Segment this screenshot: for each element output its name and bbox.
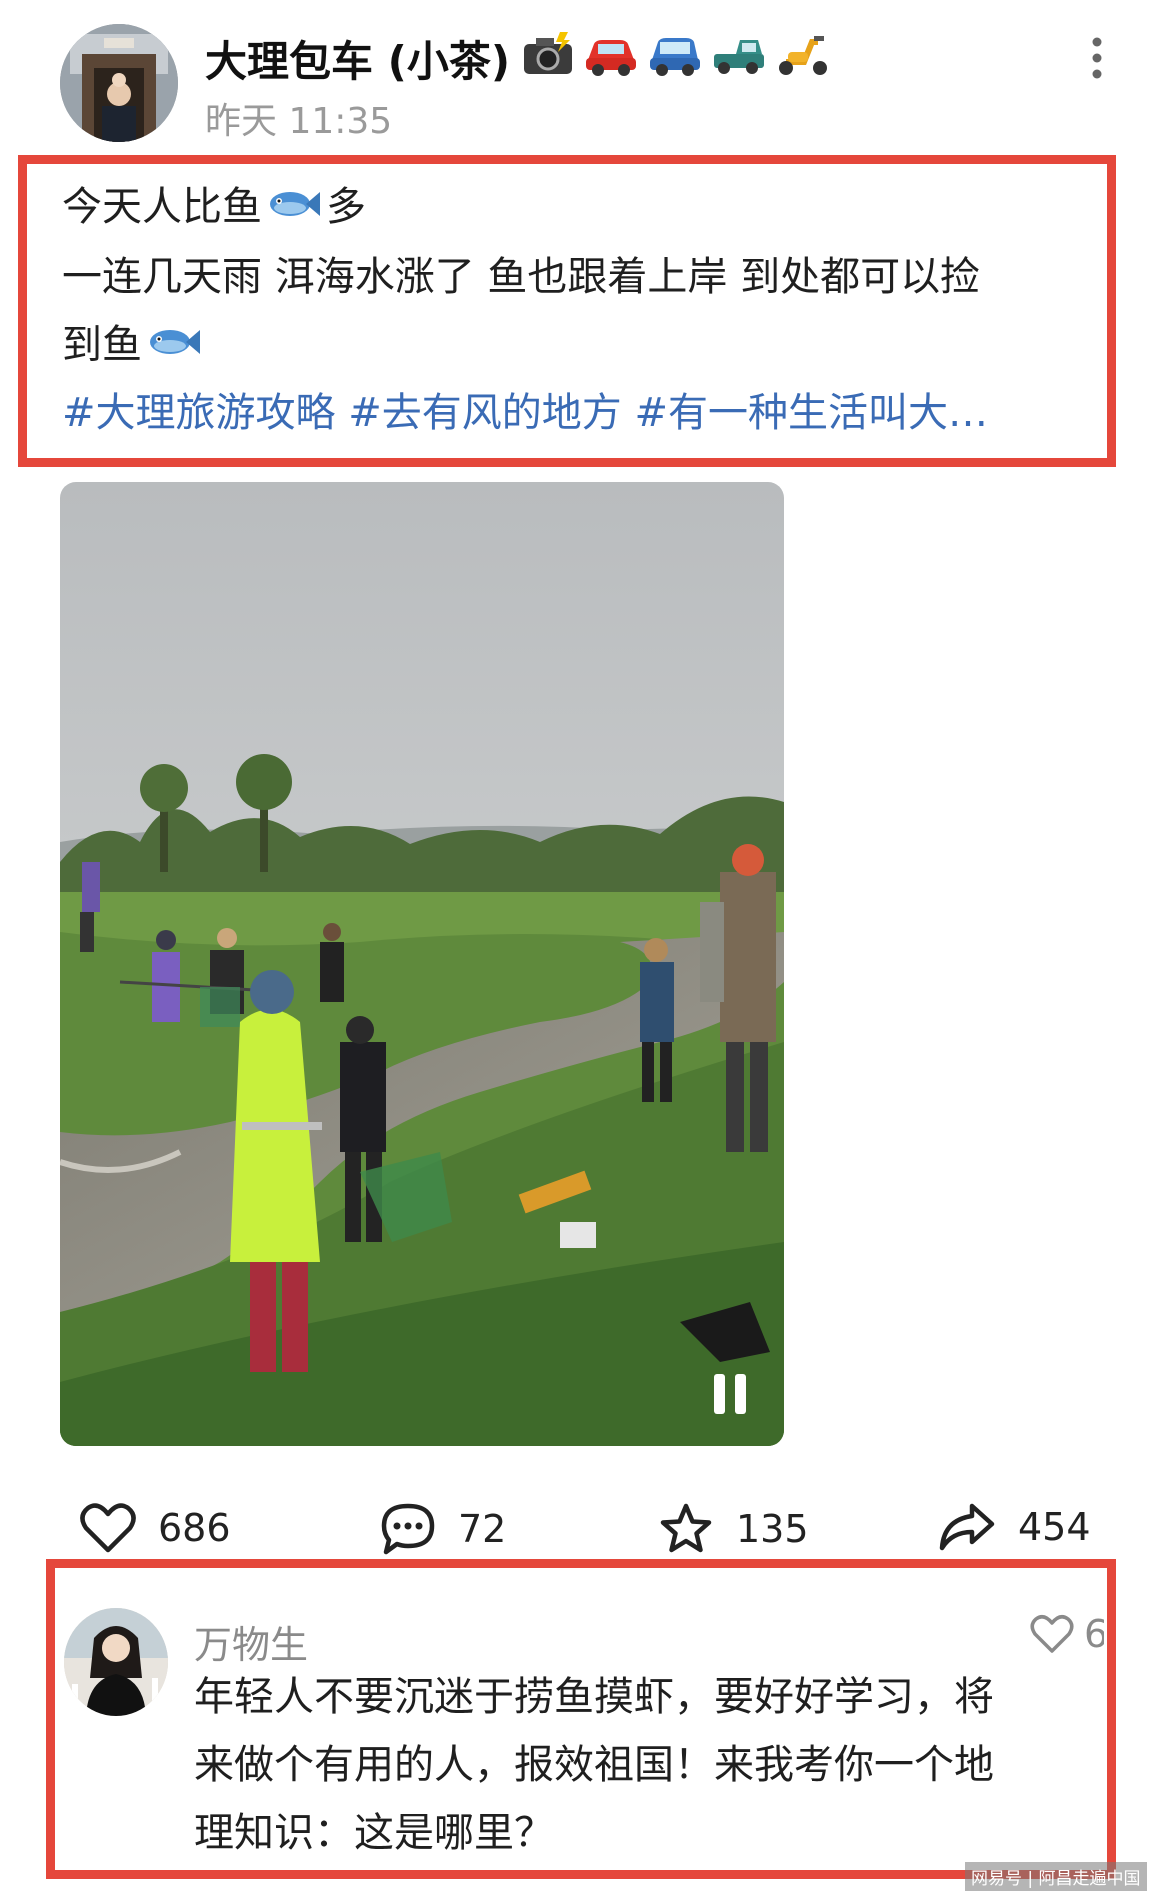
comment-text-line-3: 理知识：这是哪里？ xyxy=(194,1810,554,1856)
star-icon xyxy=(658,1502,714,1556)
like-count: 686 xyxy=(158,1506,231,1550)
favorite-action[interactable]: 135 xyxy=(658,1502,809,1556)
post-text-line-2: 一连几天雨 洱海水涨了 鱼也跟着上岸 到处都可以捡 xyxy=(62,254,981,300)
scooter-icon xyxy=(774,30,832,78)
comment-bubble-icon xyxy=(380,1502,436,1556)
post-text-line-1-tail: 多 xyxy=(326,184,366,230)
share-arrow-icon xyxy=(938,1502,996,1552)
comment-text-line-2: 来做个有用的人，报效祖国！来我考你一个地 xyxy=(194,1742,994,1788)
fish-icon xyxy=(268,185,320,233)
share-action[interactable]: 454 xyxy=(938,1502,1091,1552)
author-emoji-row xyxy=(520,30,832,78)
more-options-icon[interactable] xyxy=(1086,36,1108,80)
pause-icon[interactable] xyxy=(710,1372,750,1416)
author-name[interactable]: 大理包车 (小茶) xyxy=(205,28,510,89)
blue-car-icon xyxy=(646,30,704,78)
post-text-line-3: 到鱼 xyxy=(62,321,206,371)
post-video[interactable] xyxy=(60,482,784,1446)
comment-like-heart-icon[interactable] xyxy=(1030,1614,1074,1654)
favorite-count: 135 xyxy=(736,1507,809,1551)
post-hashtags[interactable]: #大理旅游攻略 #去有风的地方 #有一种生活叫大… xyxy=(62,389,1092,437)
author-avatar[interactable] xyxy=(60,24,178,142)
post-text-line-1-head: 今天人比鱼 xyxy=(62,184,262,230)
post-time: 昨天 11:35 xyxy=(205,101,393,142)
comment-action[interactable]: 72 xyxy=(380,1502,506,1556)
like-action[interactable]: 686 xyxy=(80,1502,231,1554)
post-text-line-1: 今天人比鱼 多 xyxy=(62,183,366,233)
commenter-avatar[interactable] xyxy=(64,1608,168,1716)
comment-text-line-1: 年轻人不要沉迷于捞鱼摸虾，要好好学习，将 xyxy=(194,1674,994,1720)
pickup-truck-icon xyxy=(710,30,768,78)
camera-flash-icon xyxy=(520,30,576,78)
commenter-name[interactable]: 万物生 xyxy=(194,1614,308,1669)
comment-count: 72 xyxy=(458,1507,507,1551)
fish-icon xyxy=(148,323,200,371)
red-car-icon xyxy=(582,30,640,78)
comment-like-count: 6 xyxy=(1084,1612,1104,1656)
post-text-line-3-text: 到鱼 xyxy=(62,322,142,368)
heart-icon xyxy=(80,1502,136,1554)
share-count: 454 xyxy=(1018,1505,1091,1549)
source-watermark: 网易号 | 阿昌走遍中国 xyxy=(965,1862,1147,1891)
